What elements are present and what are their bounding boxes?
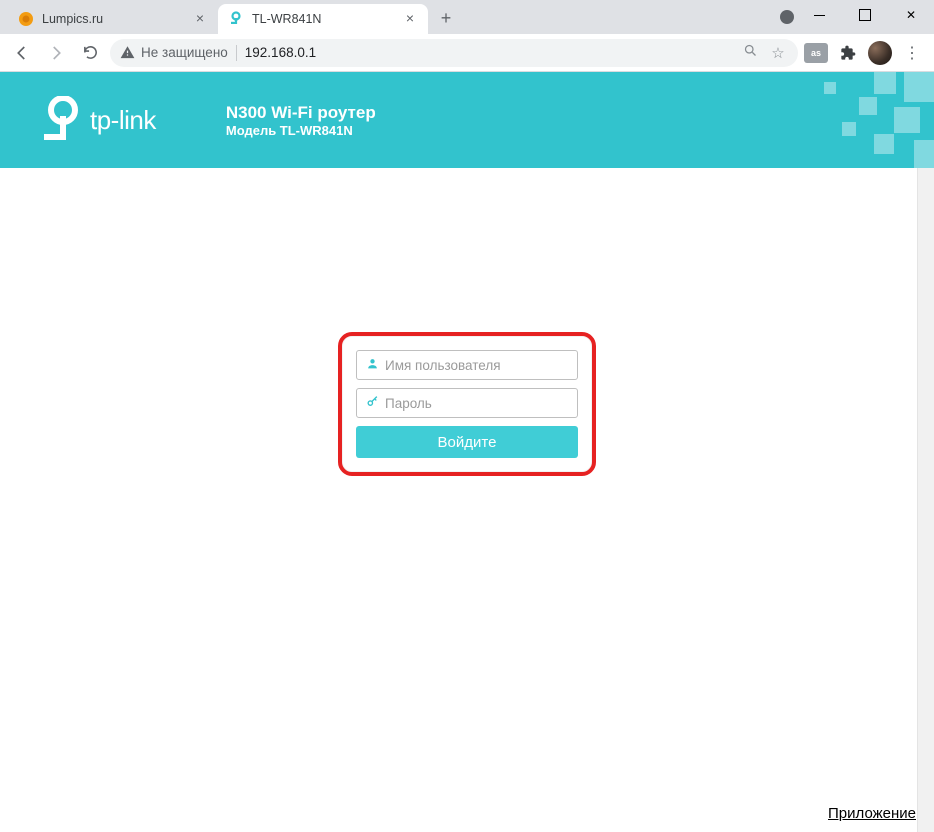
new-tab-button[interactable]: +: [432, 4, 460, 32]
separator: [236, 45, 237, 61]
router-title: N300 Wi-Fi роутер: [226, 103, 376, 123]
tplink-logo-icon: [40, 96, 82, 144]
zoom-icon[interactable]: [740, 43, 760, 62]
router-header: tp-link N300 Wi-Fi роутер Модель TL-WR84…: [0, 72, 934, 168]
header-decoration: [754, 72, 934, 168]
browser-toolbar: Не защищено 192.168.0.1 ☆ as ⋮: [0, 34, 934, 72]
warning-icon: [120, 45, 135, 60]
password-input[interactable]: [385, 396, 571, 411]
router-title-block: N300 Wi-Fi роутер Модель TL-WR841N: [226, 103, 376, 138]
window-controls: ✕: [796, 0, 934, 30]
favicon-lumpics: [18, 11, 34, 27]
password-field-wrap[interactable]: [356, 388, 578, 418]
minimize-button[interactable]: [796, 0, 842, 30]
username-field-wrap[interactable]: [356, 350, 578, 380]
bookmark-star-icon[interactable]: ☆: [768, 44, 788, 62]
security-indicator[interactable]: Не защищено: [120, 45, 228, 60]
annotation-highlight: Войдите: [338, 332, 596, 476]
login-form: Войдите: [356, 350, 578, 458]
address-bar[interactable]: Не защищено 192.168.0.1 ☆: [110, 39, 798, 67]
app-link[interactable]: Приложение: [828, 805, 916, 822]
brand-text: tp-link: [90, 105, 156, 136]
page-content: tp-link N300 Wi-Fi роутер Модель TL-WR84…: [0, 72, 934, 832]
tab-router[interactable]: TL-WR841N ×: [218, 4, 428, 34]
login-area: Войдите: [338, 332, 596, 476]
extension-badge[interactable]: as: [804, 43, 828, 63]
key-icon: [363, 395, 381, 411]
tplink-logo: tp-link: [40, 96, 156, 144]
username-input[interactable]: [385, 358, 571, 373]
url-text: 192.168.0.1: [245, 45, 316, 60]
tab-title: Lumpics.ru: [42, 12, 186, 26]
login-button[interactable]: Войдите: [356, 426, 578, 458]
forward-button[interactable]: [42, 39, 70, 67]
close-icon[interactable]: ×: [192, 11, 208, 27]
tab-strip: Lumpics.ru × TL-WR841N × +: [0, 0, 460, 34]
tab-lumpics[interactable]: Lumpics.ru ×: [8, 4, 218, 34]
maximize-button[interactable]: [842, 0, 888, 30]
close-icon[interactable]: ×: [402, 11, 418, 27]
user-icon: [363, 357, 381, 373]
back-button[interactable]: [8, 39, 36, 67]
profile-avatar[interactable]: [868, 41, 892, 65]
reload-button[interactable]: [76, 39, 104, 67]
tab-title: TL-WR841N: [252, 12, 396, 26]
media-indicator-icon[interactable]: [780, 10, 794, 24]
close-window-button[interactable]: ✕: [888, 0, 934, 30]
router-model: Модель TL-WR841N: [226, 123, 376, 138]
favicon-tplink: [228, 11, 244, 27]
security-label: Не защищено: [141, 45, 228, 60]
extensions-button[interactable]: [834, 39, 862, 67]
vertical-scrollbar[interactable]: [917, 72, 934, 832]
menu-button[interactable]: ⋮: [898, 39, 926, 67]
window-titlebar: Lumpics.ru × TL-WR841N × + ✕: [0, 0, 934, 34]
